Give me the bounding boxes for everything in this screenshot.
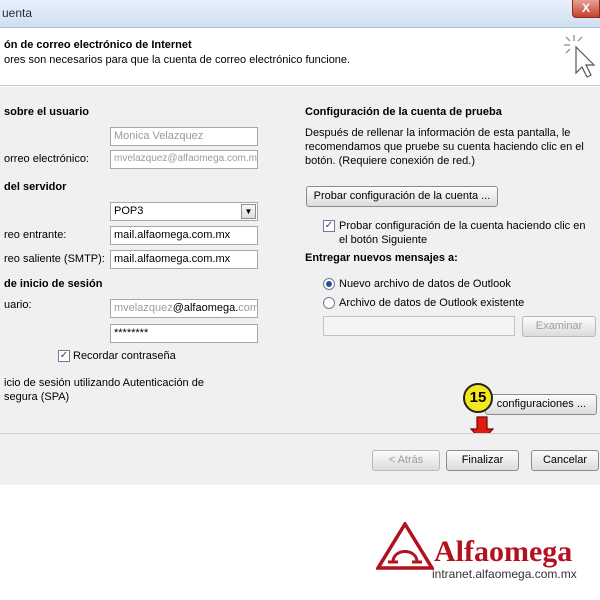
finish-button[interactable]: Finalizar <box>446 450 519 471</box>
outgoing-server-input[interactable]: mail.alfaomega.com.mx <box>110 250 258 269</box>
test-account-button[interactable]: Probar configuración de la cuenta ... <box>306 186 498 207</box>
more-settings-button[interactable]: configuraciones ... <box>485 394 597 415</box>
email-input[interactable]: mvelazquez@alfaomega.com.mx <box>110 150 258 169</box>
chevron-down-icon[interactable]: ▼ <box>241 204 256 219</box>
username-input[interactable]: mvelazquez@alfaomega.com.mx <box>110 299 258 318</box>
browse-button[interactable]: Examinar <box>522 316 596 337</box>
username-domain: @alfaomega. <box>172 302 239 314</box>
header-subtitle: ores son necesarios para que la cuenta d… <box>4 54 351 66</box>
data-file-path-input[interactable] <box>323 316 515 336</box>
wizard-cursor-icon <box>564 35 596 78</box>
header-title: ón de correo electrónico de Internet <box>4 39 192 51</box>
brand-name: Alfaomega <box>434 535 573 568</box>
alfaomega-logo-icon <box>376 522 434 570</box>
test-settings-section: Configuración de la cuenta de prueba <box>305 106 502 118</box>
spa-label-line2: segura (SPA) <box>4 391 70 403</box>
spa-label-line1: icio de sesión utilizando Autenticación … <box>4 377 204 389</box>
account-type-value: POP3 <box>114 205 144 217</box>
existing-data-file-radio[interactable] <box>323 297 335 309</box>
new-data-file-radio[interactable] <box>323 278 335 290</box>
brand-url: intranet.alfaomega.com.mx <box>432 567 577 581</box>
window-title: uenta <box>2 6 33 20</box>
server-info-section: del servidor <box>4 181 67 193</box>
close-button[interactable]: X <box>572 0 600 18</box>
account-type-select[interactable]: POP3 ▼ <box>110 202 258 221</box>
password-input[interactable]: ******** <box>110 324 258 343</box>
username-prefix: mvelazquez <box>114 302 173 314</box>
outgoing-server-label: reo saliente (SMTP): <box>4 253 105 265</box>
incoming-server-label: reo entrante: <box>4 229 67 241</box>
user-info-section: sobre el usuario <box>4 106 89 118</box>
title-bar: uenta X <box>0 0 600 28</box>
test-desc-line3: botón. (Requiere conexión de red.) <box>305 155 475 167</box>
existing-data-file-label: Archivo de datos de Outlook existente <box>339 297 525 309</box>
new-data-file-label: Nuevo archivo de datos de Outlook <box>339 278 511 290</box>
email-label: orreo electrónico: <box>4 153 89 165</box>
back-button[interactable]: < Atrás <box>372 450 440 471</box>
test-next-label-line2: el botón Siguiente <box>339 234 428 246</box>
wizard-header: ón de correo electrónico de Internet ore… <box>0 29 600 86</box>
test-next-checkbox[interactable]: ✓ <box>323 220 335 232</box>
incoming-server-input[interactable]: mail.alfaomega.com.mx <box>110 226 258 245</box>
test-desc-line1: Después de rellenar la información de es… <box>305 127 571 139</box>
username-suffix: com.mx <box>238 302 258 314</box>
cancel-button[interactable]: Cancelar <box>531 450 599 471</box>
test-next-label-line1: Probar configuración de la cuenta hacien… <box>339 220 586 232</box>
test-desc-line2: recomendamos que pruebe su cuenta hacien… <box>305 141 584 153</box>
step-badge: 15 <box>463 383 493 413</box>
deliver-section: Entregar nuevos mensajes a: <box>305 252 458 264</box>
remember-password-label: Recordar contraseña <box>73 350 176 362</box>
user-label: uario: <box>4 299 32 311</box>
logon-info-section: de inicio de sesión <box>4 278 103 290</box>
name-input[interactable]: Monica Velazquez <box>110 127 258 146</box>
remember-password-checkbox[interactable]: ✓ <box>58 350 70 362</box>
